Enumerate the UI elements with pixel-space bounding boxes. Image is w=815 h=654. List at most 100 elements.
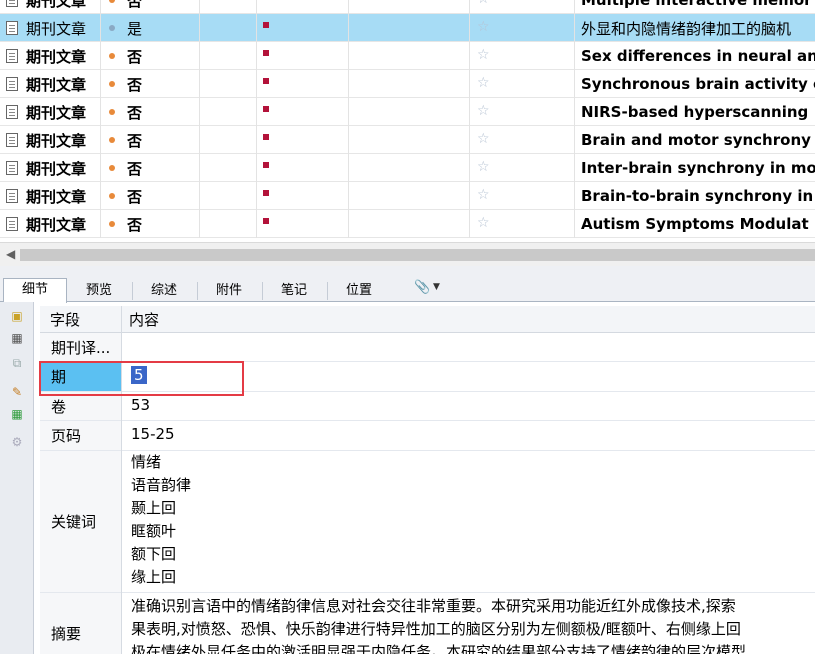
red-marker-icon [263,22,269,28]
grid-row-pages[interactable]: 页码 15-25 [40,421,815,451]
item-type-cell: 期刊文章 [0,210,101,238]
tab-location[interactable]: 位置 [328,280,390,302]
abstract-text[interactable]: 准确识别言语中的情绪韵律信息对社会交往非常重要。本研究采用功能近红外成像技术,探… [122,595,746,654]
empty-cell [200,14,257,42]
grid-icon[interactable]: ▦ [9,406,25,422]
reference-row[interactable]: 期刊文章否 ☆ Brain and motor synchrony [0,126,815,154]
title-cell: 外显和内隐情绪韵律加工的脑机 [581,19,792,38]
reference-row[interactable]: 期刊文章否 ☆ Autism Symptoms Modulat [0,210,815,238]
keyword-item: 额下回 [131,545,177,563]
reference-row[interactable]: 期刊文章是 ☆ 外显和内隐情绪韵律加工的脑机 [0,14,815,42]
tab-review[interactable]: 综述 [133,280,195,302]
star-icon[interactable]: ☆ [477,75,490,91]
book-icon[interactable]: ▦ [9,330,25,346]
star-icon[interactable]: ☆ [477,159,490,175]
item-type-cell: 期刊文章 [0,154,101,182]
chevron-down-icon[interactable]: ▼ [433,282,440,292]
empty-cell [200,98,257,126]
marker-cell [257,70,349,98]
star-icon[interactable]: ☆ [477,215,490,231]
empty-cell [200,42,257,70]
star-icon[interactable]: ☆ [477,131,490,147]
scroll-left-icon[interactable]: ◀ [6,247,15,261]
grid-row-keywords[interactable]: 关键词 情绪 语音韵律 颞上回 眶额叶 额下回 缘上回 [40,451,815,593]
empty-cell [200,154,257,182]
title-cell: Brain-to-brain synchrony in [581,187,814,205]
copy-icon[interactable]: ⧉ [9,355,25,371]
item-type-cell: 期刊文章 [0,14,101,42]
empty-cell [349,70,470,98]
empty-cell [349,182,470,210]
keyword-item: 语音韵律 [131,476,192,494]
red-marker-icon [263,218,269,224]
scrollbar-thumb[interactable] [20,249,815,261]
reference-row[interactable]: 期刊文章否 ☆ NIRS-based hyperscanning [0,98,815,126]
title-cell: NIRS-based hyperscanning [581,103,809,121]
field-label: 期刊译... [40,333,121,361]
item-type-cell: 期刊文章 [0,182,101,210]
item-type-cell: 期刊文章 [0,42,101,70]
red-marker-icon [263,78,269,84]
grid-row-journal-abbrev[interactable]: 期刊译... [40,333,815,362]
empty-cell [349,14,470,42]
reference-table: 期刊文章否☆Multiple interactive memor期刊文章是☆外显… [0,0,815,242]
reference-row[interactable]: 期刊文章否 ☆ Brain-to-brain synchrony in [0,182,815,210]
empty-cell [349,126,470,154]
grid-row-abstract[interactable]: 摘要 准确识别言语中的情绪韵律信息对社会交往非常重要。本研究采用功能近红外成像技… [40,593,815,654]
marker-cell [257,154,349,182]
read-status-cell: 是 [101,14,200,42]
red-marker-icon [263,106,269,112]
red-marker-icon [263,50,269,56]
star-icon[interactable]: ☆ [477,0,490,7]
read-status-cell: 否 [101,70,200,98]
empty-cell [349,42,470,70]
title-cell: Sex differences in neural an [581,47,815,65]
field-column-header: 字段 [50,311,81,329]
volume-value[interactable]: 53 [122,396,150,414]
tab-preview[interactable]: 预览 [68,280,130,302]
side-toolbar: ▣ ▦ ⧉ ✎ ▦ ⚙ [0,302,34,654]
tab-attachments[interactable]: 附件 [198,280,260,302]
tool-icon[interactable]: ⚙ [9,434,25,450]
marker-cell [257,0,349,14]
title-cell: Autism Symptoms Modulat [581,215,809,233]
marker-cell [257,182,349,210]
item-type-cell: 期刊文章 [0,98,101,126]
paperclip-icon[interactable]: 📎 [414,280,430,295]
star-icon[interactable]: ☆ [477,19,490,35]
column-divider [121,306,122,654]
lock-icon[interactable]: ▣ [9,308,25,324]
horizontal-scrollbar[interactable]: ◀ [0,242,815,266]
read-status-cell: 否 [101,126,200,154]
item-type-cell: 期刊文章 [0,126,101,154]
item-type-cell: 期刊文章 [0,70,101,98]
brush-icon[interactable]: ✎ [9,384,25,400]
star-icon[interactable]: ☆ [477,47,490,63]
field-label: 卷 [40,392,121,420]
grid-row-volume[interactable]: 卷 53 [40,392,815,421]
empty-cell [200,70,257,98]
read-status-cell: 否 [101,98,200,126]
pages-value[interactable]: 15-25 [122,425,175,443]
reference-row[interactable]: 期刊文章否 ☆ Sex differences in neural an [0,42,815,70]
reference-row[interactable]: 期刊文章否 ☆ Multiple interactive memor [0,0,815,14]
empty-cell [200,0,257,14]
title-cell: Brain and motor synchrony [581,131,811,149]
detail-grid: 字段 内容 期刊译... 期 5 卷 53 页码 15-25 关键词 情绪 语音… [40,306,815,654]
tab-notes[interactable]: 笔记 [263,280,325,302]
read-status-cell: 否 [101,210,200,238]
field-label: 摘要 [40,593,121,654]
reference-row[interactable]: 期刊文章否 ☆ Synchronous brain activity c [0,70,815,98]
issue-highlight-box [39,361,244,396]
tab-details[interactable]: 细节 [3,278,67,303]
reference-row[interactable]: 期刊文章否 ☆ Inter-brain synchrony in mo [0,154,815,182]
marker-cell [257,126,349,154]
title-cell: Synchronous brain activity c [581,75,815,93]
star-icon[interactable]: ☆ [477,103,490,119]
detail-tabbar: 细节 预览 综述 附件 笔记 位置 📎 ▼ [0,266,815,303]
keywords-list[interactable]: 情绪 语音韵律 颞上回 眶额叶 额下回 缘上回 [122,451,191,589]
keyword-item: 情绪 [131,453,162,471]
star-icon[interactable]: ☆ [477,187,490,203]
empty-cell [200,126,257,154]
keyword-item: 缘上回 [131,568,177,586]
